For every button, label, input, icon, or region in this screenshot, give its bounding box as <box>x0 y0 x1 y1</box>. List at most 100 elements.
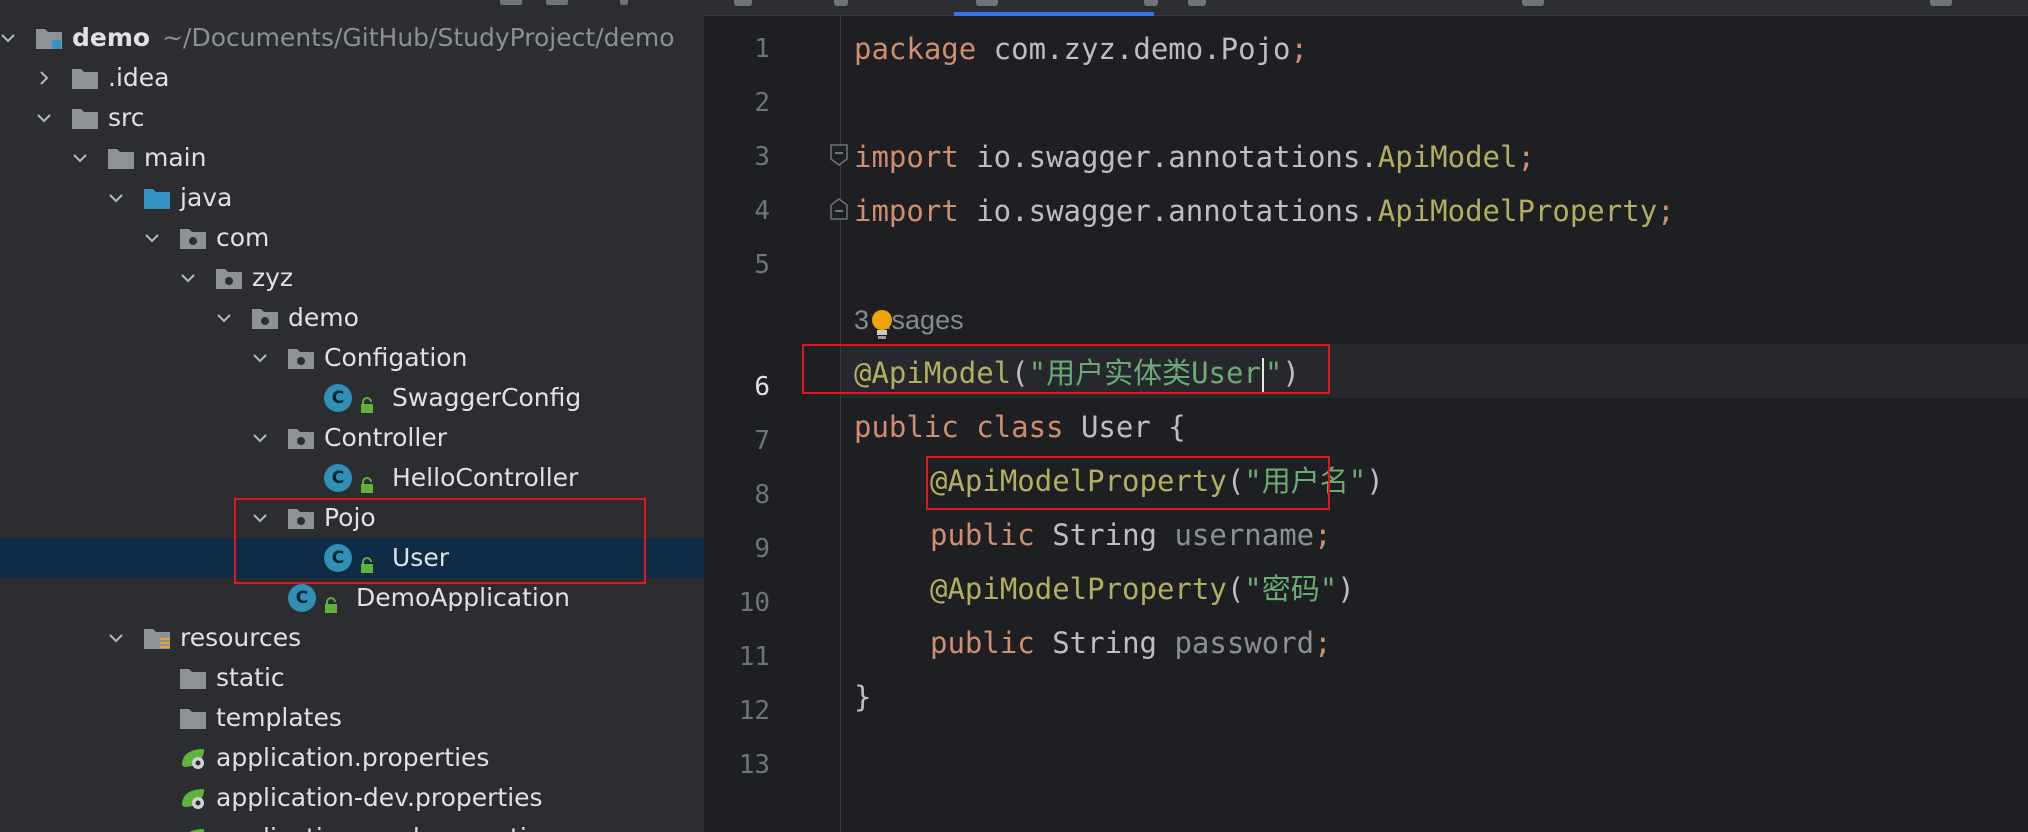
fold-start-icon[interactable] <box>828 142 850 168</box>
tree-item-demo-package[interactable]: demo <box>0 298 704 338</box>
lock-icon <box>360 470 374 493</box>
line-number: 3 <box>754 142 770 172</box>
code-line-10[interactable]: @ApiModelProperty("密码") <box>930 562 1355 616</box>
line-number-gutter: 1 2 3 4 5 6 7 8 9 10 11 12 13 <box>704 16 840 832</box>
line-number: 5 <box>754 250 770 280</box>
code-line-7[interactable]: public class User { <box>854 400 1186 454</box>
chevron-down-icon[interactable] <box>178 268 198 288</box>
line-number: 6 <box>754 372 770 402</box>
folder-icon <box>70 65 100 91</box>
chevron-down-icon[interactable] <box>250 348 270 368</box>
tree-item-application-prod-properties[interactable]: application-prod.properties <box>0 818 704 832</box>
editor-tab[interactable] <box>1144 0 1158 6</box>
source-folder-icon <box>142 185 172 211</box>
tree-item-main[interactable]: main <box>0 138 704 178</box>
spring-properties-icon <box>178 825 208 832</box>
highlight-box-pojo <box>234 498 646 584</box>
tree-item-label: java <box>180 183 233 212</box>
tree-item-label: static <box>216 663 285 692</box>
gutter-divider <box>840 16 841 832</box>
tree-item-label: resources <box>180 623 302 652</box>
editor-tab[interactable] <box>834 0 848 6</box>
code-line-9[interactable]: public String username; <box>930 508 1332 562</box>
code-editor[interactable]: 1 2 3 4 5 6 7 8 9 10 11 12 13 package co… <box>704 0 2028 832</box>
tree-item-label: application-dev.properties <box>216 783 543 812</box>
tree-item-label: main <box>144 143 207 172</box>
line-number: 9 <box>754 534 770 564</box>
chevron-right-icon[interactable] <box>34 68 54 88</box>
package-icon <box>214 265 244 291</box>
tree-item-demoapplication[interactable]: C DemoApplication <box>0 578 704 618</box>
tree-item-static[interactable]: static <box>0 658 704 698</box>
tree-item-java[interactable]: java <box>0 178 704 218</box>
header-button[interactable] <box>620 0 628 5</box>
tree-item-label: Configation <box>324 343 468 372</box>
editor-tab[interactable] <box>1188 0 1206 6</box>
tree-item-hellocontroller[interactable]: C HelloController <box>0 458 704 498</box>
tree-item-label: SwaggerConfig <box>392 383 582 412</box>
tree-item-resources[interactable]: resources <box>0 618 704 658</box>
tree-item-zyz[interactable]: zyz <box>0 258 704 298</box>
chevron-down-icon[interactable] <box>0 28 18 48</box>
tree-item-label: Controller <box>324 423 447 452</box>
tree-item-templates[interactable]: templates <box>0 698 704 738</box>
package-icon <box>286 425 316 451</box>
editor-tab[interactable] <box>1522 0 1544 6</box>
header-button[interactable] <box>546 0 568 5</box>
spring-boot-class-icon: C <box>288 584 316 612</box>
lock-icon <box>324 590 338 613</box>
editor-tab[interactable] <box>734 0 752 6</box>
folder-icon <box>178 705 208 731</box>
spring-properties-icon <box>178 785 208 811</box>
tree-item-swaggerconfig[interactable]: C SwaggerConfig <box>0 378 704 418</box>
tree-item-idea[interactable]: .idea <box>0 58 704 98</box>
tree-item-label: application-prod.properties <box>216 818 555 832</box>
chevron-down-icon[interactable] <box>106 188 126 208</box>
code-line-11[interactable]: public String password; <box>930 616 1332 670</box>
spring-properties-icon <box>178 745 208 771</box>
chevron-down-icon[interactable] <box>250 428 270 448</box>
editor-tab-bar <box>704 0 2028 16</box>
package-icon <box>250 305 280 331</box>
line-number: 4 <box>754 196 770 226</box>
fold-end-icon[interactable] <box>828 196 850 222</box>
tree-item-label: com <box>216 223 270 252</box>
tree-item-application-properties[interactable]: application.properties <box>0 738 704 778</box>
tree-item-demo-root[interactable]: demo ~/Documents/GitHub/StudyProject/demo <box>0 18 704 58</box>
chevron-down-icon[interactable] <box>70 148 90 168</box>
line-number: 2 <box>754 88 770 118</box>
project-path: ~/Documents/GitHub/StudyProject/demo <box>162 23 675 52</box>
lightbulb-icon[interactable] <box>871 308 893 342</box>
line-number: 11 <box>738 642 770 672</box>
highlight-box-apimodel <box>802 344 1330 394</box>
line-number: 13 <box>738 750 770 780</box>
editor-tab[interactable] <box>1930 0 1952 6</box>
chevron-down-icon[interactable] <box>106 628 126 648</box>
lock-icon <box>360 390 374 413</box>
tree-item-application-dev-properties[interactable]: application-dev.properties <box>0 778 704 818</box>
tree-item-com[interactable]: com <box>0 218 704 258</box>
tree-item-src[interactable]: src <box>0 98 704 138</box>
chevron-down-icon[interactable] <box>142 228 162 248</box>
chevron-down-icon[interactable] <box>214 308 234 328</box>
tree-header-strip <box>0 0 704 10</box>
header-button[interactable] <box>500 0 522 5</box>
tree-item-label: .idea <box>108 63 170 92</box>
line-number: 8 <box>754 480 770 510</box>
folder-icon <box>70 105 100 131</box>
active-tab-indicator <box>954 12 1154 16</box>
code-line-12[interactable]: } <box>854 670 871 724</box>
code-line-4[interactable]: import io.swagger.annotations.ApiModelPr… <box>854 184 1675 238</box>
code-line-1[interactable]: package com.zyz.demo.Pojo; <box>854 22 1308 76</box>
code-line-3[interactable]: import io.swagger.annotations.ApiModel; <box>854 130 1535 184</box>
tree-item-configation[interactable]: Configation <box>0 338 704 378</box>
tree-item-label: demo ~/Documents/GitHub/StudyProject/demo <box>72 23 675 52</box>
tree-item-label: DemoApplication <box>356 583 570 612</box>
editor-tab[interactable] <box>976 0 998 6</box>
project-tree-panel: demo ~/Documents/GitHub/StudyProject/demo… <box>0 0 704 832</box>
chevron-down-icon[interactable] <box>34 108 54 128</box>
tree-item-label: HelloController <box>392 463 579 492</box>
tree-item-controller[interactable]: Controller <box>0 418 704 458</box>
tree-item-label: templates <box>216 703 342 732</box>
line-number: 7 <box>754 426 770 456</box>
